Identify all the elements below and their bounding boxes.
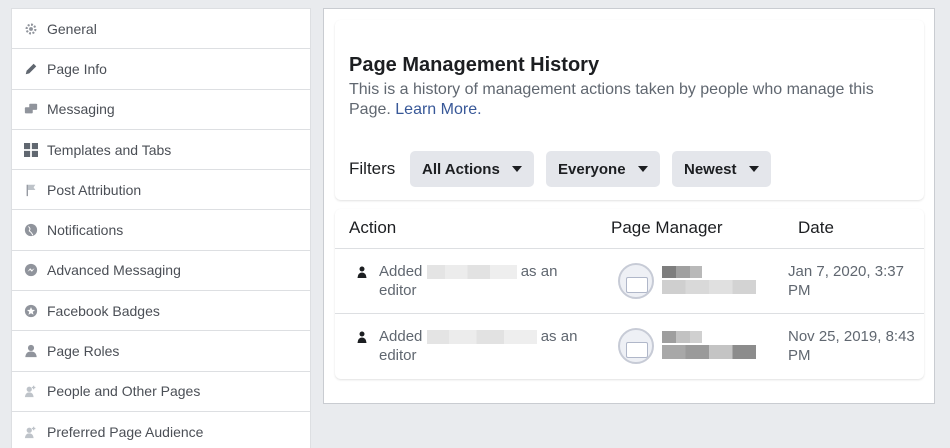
sidebar-item-label: Messaging [47,101,115,118]
caret-down-icon [748,166,759,172]
redacted-manager-name [662,331,702,343]
sidebar-item-messaging[interactable]: Messaging [12,90,310,130]
filter-label: Newest [684,160,737,178]
caret-down-icon [637,166,648,172]
settings-sidebar: General Page Info Messaging Templates an… [11,8,311,448]
sidebar-item-label: Advanced Messaging [47,262,181,279]
sidebar-item-label: Post Attribution [47,181,142,198]
person-icon [23,343,39,359]
sidebar-item-label: General [47,20,97,37]
flag-icon [23,182,39,198]
action-prefix: Added [379,263,423,280]
briefcase-icon [626,342,648,358]
sidebar-item-general[interactable]: General [12,9,310,50]
redacted-name [426,265,517,280]
sidebar-item-preferred-audience[interactable]: Preferred Page Audience [12,412,310,448]
sidebar-item-facebook-badges[interactable]: Facebook Badges [12,291,310,332]
filter-label: Everyone [558,160,626,178]
messenger-icon [23,262,39,278]
grid-icon [23,142,39,158]
action-prefix: Added [379,328,423,345]
people-icon [23,383,39,399]
filters-label: Filters [349,159,396,178]
sidebar-item-page-roles[interactable]: Page Roles [12,331,310,372]
sidebar-item-post-attribution[interactable]: Post Attribution [12,170,310,211]
action-text: Added as an editor [379,262,579,300]
redacted-manager-name [662,280,756,294]
sidebar-item-label: Preferred Page Audience [47,423,204,440]
caret-down-icon [511,166,522,172]
action-date: Jan 7, 2020, 3:37 PM [788,263,904,299]
filter-newest-dropdown[interactable]: Newest [672,151,771,187]
sidebar-item-page-info[interactable]: Page Info [12,49,310,90]
person-icon [357,331,367,343]
learn-more-link[interactable]: Learn More. [395,101,481,118]
sidebar-item-templates-tabs[interactable]: Templates and Tabs [12,130,310,171]
sidebar-item-label: Templates and Tabs [47,141,172,158]
manager-avatar[interactable] [618,328,654,364]
briefcase-icon [626,277,648,293]
manager-avatar[interactable] [618,263,654,299]
sidebar-item-label: Facebook Badges [47,302,160,319]
history-header-card: Page Management History This is a histor… [335,20,924,200]
column-header-page-manager: Page Manager [611,218,723,237]
sidebar-item-label: People and Other Pages [47,383,201,400]
history-table: Action Page Manager Date Added as an edi… [335,209,924,379]
filter-label: All Actions [422,160,500,178]
person-icon [357,266,367,278]
sidebar-item-label: Page Info [47,60,107,77]
filter-all-actions-dropdown[interactable]: All Actions [410,151,534,187]
action-date: Nov 25, 2019, 8:43 PM [788,328,915,364]
sidebar-item-people-other-pages[interactable]: People and Other Pages [12,372,310,412]
globe-icon [23,222,39,238]
chat-icon [23,101,39,117]
table-row: Added as an editor Nov 25, 2019, 8:43 PM [335,314,924,378]
page-title: Page Management History [349,54,600,76]
sidebar-item-notifications[interactable]: Notifications [12,210,310,251]
gear-icon [23,21,39,37]
sidebar-item-advanced-messaging[interactable]: Advanced Messaging [12,251,310,292]
sidebar-item-label: Notifications [47,222,124,239]
redacted-manager-name [662,266,702,278]
people-icon [23,424,39,440]
redacted-name [426,330,537,345]
main-panel: Page Management History This is a histor… [323,8,935,404]
badge-icon [23,303,39,319]
sidebar-item-label: Page Roles [47,343,120,360]
filter-everyone-dropdown[interactable]: Everyone [546,151,660,187]
page-description: This is a history of management actions … [349,80,909,120]
table-row: Added as an editor Jan 7, 2020, 3:37 PM [335,249,924,313]
pencil-icon [23,61,39,77]
column-header-date: Date [798,218,834,237]
column-header-action: Action [349,218,397,237]
action-text: Added as an editor [379,327,579,365]
redacted-manager-name [662,345,756,359]
